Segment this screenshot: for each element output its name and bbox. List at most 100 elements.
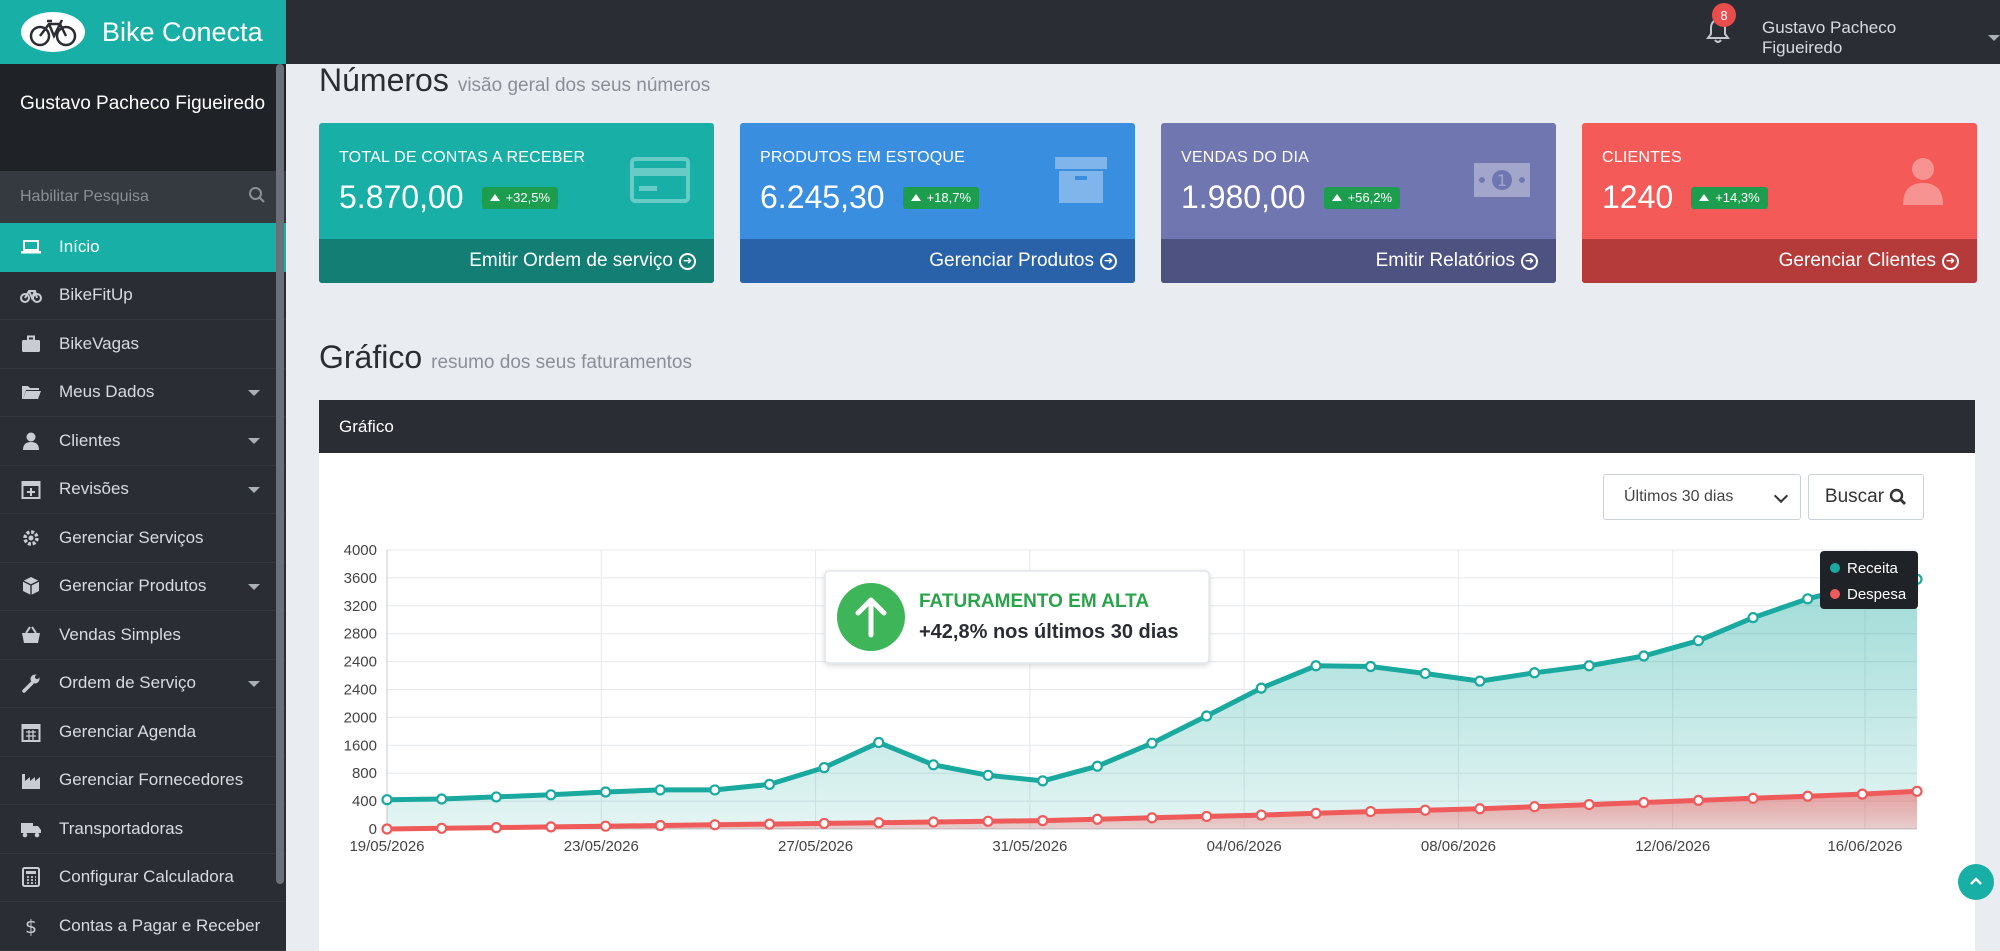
search-icon [1889,488,1907,506]
chevron-down-icon [1988,35,2000,41]
x-tick-label: 12/06/2026 [1635,838,1710,855]
stat-card-body: TOTAL DE CONTAS A RECEBER 5.870,00 +32,5% [319,123,714,239]
data-point [1474,675,1486,687]
money-icon: 1 [1474,163,1530,197]
sidebar-item-configurar-calculadora[interactable]: Configurar Calculadora [0,854,286,902]
data-point [1692,794,1705,807]
data-point [1638,796,1650,809]
stat-card-value: 6.245,30 [760,179,885,215]
stat-card-link-label: Gerenciar Produtos [929,250,1094,271]
gear-icon [20,527,42,549]
y-tick-label: 0 [369,821,377,838]
sidebar-item-label: Gerenciar Agenda [59,721,197,741]
chevron-down-icon [248,583,260,590]
stat-card-link[interactable]: Gerenciar Clientes ➜ [1582,239,1977,283]
sidebar-item-label: Ordem de Serviço [59,673,196,693]
y-tick-label: 2400 [344,654,377,671]
sidebar-item-transportadoras[interactable]: Transportadoras [0,805,286,854]
data-point [599,820,612,832]
stat-card-link[interactable]: Emitir Relatórios ➜ [1161,239,1556,283]
stat-card-link-label: Gerenciar Clientes [1778,250,1936,271]
search-button[interactable]: Buscar [1808,474,1924,520]
sidebar-item-label: Transportadoras [59,818,184,838]
laptop-icon [20,236,42,258]
industry-icon [20,769,42,791]
sidebar-item-clientes[interactable]: Clientes [0,417,286,466]
data-point [436,822,448,834]
arrow-up-icon [1699,194,1710,201]
revenue-chart: 0 400 800 1600 2000 2400 2400 2800 3200 3600 4000 1… [344,542,1923,855]
svg-text:1: 1 [1497,171,1507,190]
sidebar-item-ordem-de-servico[interactable]: Ordem de Serviço [0,660,286,708]
sidebar-item-bikevagas[interactable]: BikeVagas [0,320,286,369]
user-icon [1903,158,1943,205]
numbers-title: Números [319,62,449,98]
folder-open-icon [20,381,42,403]
data-point [490,791,502,803]
search-button-label: Buscar [1824,486,1885,507]
data-point [1255,809,1267,821]
chevron-down-icon [248,680,260,687]
search-toggle[interactable]: Habilitar Pesquisa [0,171,286,223]
sidebar-item-gerenciar-agenda[interactable]: Gerenciar Agenda [0,708,286,757]
brand[interactable]: Bike Conecta [0,0,286,64]
data-point [1419,804,1431,816]
numbers-subtitle: visão geral dos seus números [457,75,711,96]
wrench-icon [20,672,42,694]
svg-text:$: $ [25,916,37,937]
sidebar-item-revisoes[interactable]: Revisões [0,466,286,514]
sidebar-item-contas-a-pagar-e-receber[interactable]: $ Contas a Pagar e Receber [0,902,286,951]
y-tick-label: 3600 [344,570,377,587]
stat-card-body: VENDAS DO DIA 1.980,00 +56,2% 1 [1161,123,1556,239]
sidebar: Bike Conecta Gustavo Pacheco Figueiredo … [0,0,286,951]
stat-card-body: PRODUTOS EM ESTOQUE 6.245,30 +18,7% [740,123,1135,239]
y-tick-label: 1600 [344,737,377,754]
user-menu[interactable]: Gustavo Pacheco Figueiredo [1762,18,2000,58]
data-point [1911,785,1923,797]
sidebar-item-meus-dados[interactable]: Meus Dados [0,369,286,417]
period-select[interactable]: Últimos 30 dias [1603,474,1801,520]
data-point [436,793,448,805]
sidebar-item-gerenciar-servicos[interactable]: Gerenciar Serviços [0,514,286,563]
data-point [490,822,502,834]
basket-icon [20,624,42,646]
data-point [873,817,885,829]
sidebar-item-bikefitup[interactable]: BikeFitUp [0,272,286,320]
scroll-top-button[interactable] [1958,864,1994,900]
stat-card: VENDAS DO DIA 1.980,00 +56,2% 1 Emitir Relat… [1161,123,1556,283]
data-point [1528,667,1541,679]
sidebar-menu: Início BikeFitUp BikeVagas Meus Dados Client… [0,223,286,951]
sidebar-scrollbar[interactable] [276,64,284,884]
sidebar-item-gerenciar-fornecedores[interactable]: Gerenciar Fornecedores [0,757,286,805]
sidebar-item-label: Início [59,236,100,256]
change-badge-value: +14,3% [1715,190,1760,205]
sidebar-item-label: Revisões [59,479,129,499]
data-point [599,786,612,798]
sidebar-item-label: BikeFitUp [59,285,133,305]
brand-name: Bike Conecta [102,16,263,47]
stat-card-link[interactable]: Gerenciar Produtos ➜ [740,239,1135,283]
callout-title: FATURAMENTO EM ALTA [919,591,1149,612]
arrow-right-circle-icon: ➜ [1942,252,1959,270]
data-point [873,736,885,749]
data-point [763,778,776,790]
x-tick-label: 08/06/2026 [1421,838,1496,855]
data-point [982,769,994,781]
sidebar-item-vendas-simples[interactable]: Vendas Simples [0,611,286,660]
data-point [709,819,721,831]
bicycle-icon [20,284,42,306]
stat-card-link-label: Emitir Relatórios [1375,250,1515,271]
data-point [1856,788,1868,800]
sidebar-item-gerenciar-produtos[interactable]: Gerenciar Produtos [0,563,286,611]
stat-card-value: 1240 [1602,179,1674,215]
data-point [1091,760,1103,772]
calculator-icon [20,866,42,888]
data-point [1747,612,1759,624]
cube-icon [20,575,42,597]
stat-card-link[interactable]: Emitir Ordem de serviço ➜ [319,239,714,283]
x-tick-label: 16/06/2026 [1827,838,1902,855]
search-label: Habilitar Pesquisa [20,188,149,205]
data-point [1310,660,1322,672]
change-badge: +56,2% [1323,186,1401,209]
sidebar-item-inicio[interactable]: Início [0,223,286,272]
